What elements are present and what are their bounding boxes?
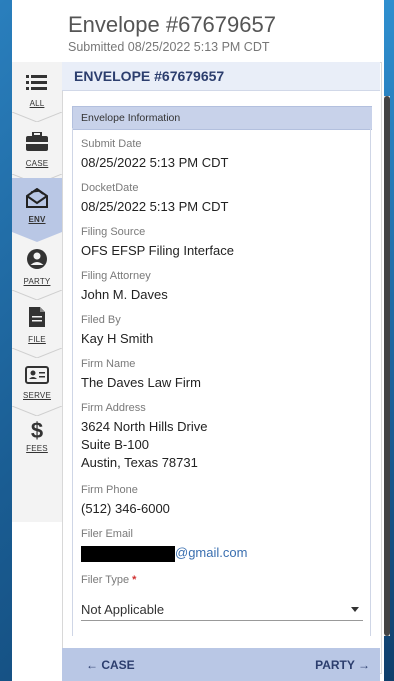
envelope-details-scroll[interactable]: Envelope Information Submit Date 08/25/2… <box>72 106 372 636</box>
sidebar-item-label: PARTY <box>23 277 51 286</box>
required-asterisk: * <box>132 574 137 586</box>
field-value-line: Suite B-100 <box>81 437 149 452</box>
filer-email-link[interactable]: @gmail.com <box>175 545 247 560</box>
field-firm-name: Firm Name The Daves Law Firm <box>81 358 201 392</box>
sidebar-nav: ALL CASE ENV PARTY FILE SERVE $ FEES <box>12 62 62 522</box>
field-label: Filing Source <box>81 226 146 238</box>
field-value: (512) 346-6000 <box>81 501 170 516</box>
field-filer-type: Filer Type * <box>81 574 136 586</box>
field-value-line: 3624 North Hills Drive <box>81 419 208 434</box>
envelope-icon <box>25 187 49 213</box>
field-value: OFS EFSP Filing Interface <box>81 243 234 258</box>
field-label: Firm Address <box>81 402 146 414</box>
sidebar-item-label: FEES <box>26 444 48 453</box>
field-label: Submit Date <box>81 138 142 150</box>
divider <box>12 406 62 416</box>
sidebar-item-env[interactable]: ENV <box>12 178 62 242</box>
scrollbar-thumb[interactable] <box>384 96 390 636</box>
divider <box>12 290 62 300</box>
chevron-down-icon <box>351 606 359 612</box>
divider <box>12 348 62 358</box>
person-icon <box>26 248 48 275</box>
dollar-icon: $ <box>30 418 44 443</box>
field-filed-by: Filed By Kay H Smith <box>81 314 153 348</box>
section-header: Envelope Information <box>72 106 372 130</box>
page-header: Envelope #67679657 Submitted 08/25/2022 … <box>68 12 378 54</box>
section-body: Submit Date 08/25/2022 5:13 PM CDT Docke… <box>72 128 371 636</box>
sidebar-item-label: FILE <box>28 335 46 344</box>
sidebar-item-label: ALL <box>29 99 45 108</box>
sidebar-item-label: SERVE <box>23 391 51 400</box>
footer-nav: ← CASE PARTY → <box>62 648 380 681</box>
sidebar-item-label: ENV <box>28 215 46 224</box>
page-subtitle: Submitted 08/25/2022 5:13 PM CDT <box>68 40 270 54</box>
field-value: Kay H Smith <box>81 331 154 346</box>
field-label: Firm Name <box>81 358 136 370</box>
envelope-panel-title: ENVELOPE #67679657 <box>74 68 225 84</box>
section-title: Envelope Information <box>81 112 181 124</box>
field-label: Filing Attorney <box>81 270 151 282</box>
filer-type-value: Not Applicable <box>81 601 165 617</box>
field-label: Firm Phone <box>81 484 138 496</box>
scrollbar-track[interactable] <box>384 96 390 636</box>
field-label: Filed By <box>81 314 121 326</box>
document-icon <box>28 306 46 333</box>
next-party-button[interactable]: PARTY → <box>315 658 370 672</box>
field-filer-email: Filer Email @gmail.com <box>81 528 247 562</box>
field-label: DocketDate <box>81 182 139 194</box>
field-filing-source: Filing Source OFS EFSP Filing Interface <box>81 226 234 260</box>
field-firm-phone: Firm Phone (512) 346-6000 <box>81 484 170 518</box>
briefcase-icon <box>26 131 48 157</box>
sidebar-item-fees[interactable]: $ FEES <box>12 418 62 478</box>
filer-type-label: Filer Type <box>81 574 130 586</box>
list-icon <box>26 74 48 97</box>
field-submit-date: Submit Date 08/25/2022 5:13 PM CDT <box>81 138 228 172</box>
divider <box>12 112 62 122</box>
field-value: John M. Daves <box>81 287 168 302</box>
filer-type-select[interactable]: Not Applicable <box>81 598 363 621</box>
field-value: 08/25/2022 5:13 PM CDT <box>81 199 229 214</box>
field-value: 08/25/2022 5:13 PM CDT <box>81 155 229 170</box>
envelope-panel-header: ENVELOPE #67679657 <box>62 62 380 91</box>
page-title: Envelope #67679657 <box>68 12 276 37</box>
field-value: @gmail.com <box>81 544 247 562</box>
redaction-block <box>81 545 175 562</box>
id-card-icon <box>25 366 49 389</box>
field-value-line: Austin, Texas 78731 <box>81 455 198 470</box>
sidebar-item-label: CASE <box>25 159 49 168</box>
field-firm-address: Firm Address 3624 North Hills Drive Suit… <box>81 402 207 472</box>
field-value: The Daves Law Firm <box>81 375 201 390</box>
field-label: Filer Email <box>81 528 133 540</box>
field-label: Filer Type * <box>81 574 136 586</box>
field-filing-attorney: Filing Attorney John M. Daves <box>81 270 168 304</box>
field-docket-date: DocketDate 08/25/2022 5:13 PM CDT <box>81 182 228 216</box>
prev-case-button[interactable]: ← CASE <box>86 658 135 672</box>
